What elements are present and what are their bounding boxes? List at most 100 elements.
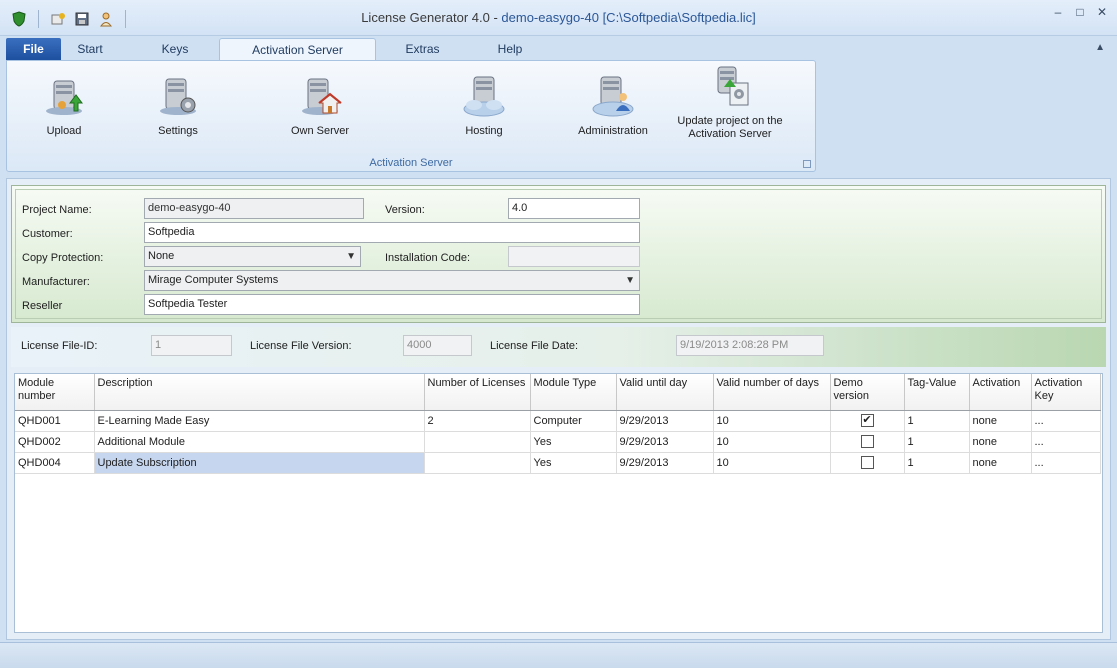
tab-activation-server[interactable]: Activation Server [219, 38, 376, 61]
license-file-id-label: License File-ID: [21, 340, 98, 352]
table-row[interactable]: QHD002 Additional Module Yes 9/29/2013 1… [15, 431, 1101, 453]
column-header[interactable]: Module number [15, 374, 95, 411]
table-row[interactable]: QHD004 Update Subscription Yes 9/29/2013… [15, 452, 1101, 474]
activation-key-cell[interactable]: ... [1031, 452, 1101, 474]
ribbon-group-label: Activation Server [369, 157, 453, 169]
column-header[interactable]: Valid number of days [713, 374, 831, 411]
tab-start[interactable]: Start [62, 38, 118, 61]
table-row[interactable]: QHD001 E-Learning Made Easy 2 Computer 9… [15, 410, 1101, 432]
license-file-version-field[interactable]: 4000 [403, 335, 472, 356]
administration-label: Administration [578, 125, 648, 137]
upload-button[interactable]: Upload [31, 73, 97, 137]
module-type-cell[interactable]: Yes [530, 452, 617, 474]
minimize-icon[interactable]: – [1049, 4, 1067, 20]
tag-value-cell[interactable]: 1 [904, 410, 970, 432]
demo-checkbox[interactable]: ✔ [860, 414, 874, 427]
description-cell[interactable]: Additional Module [94, 431, 425, 453]
licenses-cell[interactable] [424, 452, 531, 474]
column-header[interactable]: Description [94, 374, 425, 411]
project-details-panel: Project Name: demo-easygo-40 Version: 4.… [11, 185, 1106, 323]
module-type-cell[interactable]: Yes [530, 431, 617, 453]
column-header[interactable]: Tag-Value [904, 374, 970, 411]
tab-help[interactable]: Help [480, 38, 540, 61]
module-number-cell[interactable]: QHD002 [15, 431, 95, 453]
licenses-cell[interactable] [424, 431, 531, 453]
title-bar: License Generator 4.0 - demo-easygo-40 [… [0, 0, 1117, 36]
ribbon-collapse-icon[interactable]: ▲ [1095, 42, 1105, 53]
server-settings-icon [154, 73, 202, 121]
activation-cell[interactable]: none [969, 431, 1032, 453]
document-title: demo-easygo-40 [C:\Softpedia\Softpedia.l… [501, 10, 756, 25]
demo-version-cell[interactable] [830, 452, 905, 474]
license-file-panel: License File-ID: 1 License File Version:… [11, 327, 1106, 367]
own-server-label: Own Server [290, 125, 350, 137]
tab-keys[interactable]: Keys [140, 38, 210, 61]
column-header[interactable]: Valid until day [616, 374, 714, 411]
valid-days-cell[interactable]: 10 [713, 410, 831, 432]
tab-extras[interactable]: Extras [390, 38, 455, 61]
server-cloud-icon [460, 73, 508, 121]
close-icon[interactable]: ✕ [1093, 4, 1111, 20]
settings-label: Settings [158, 125, 198, 137]
status-bar [0, 642, 1117, 668]
administration-button[interactable]: Administration [573, 73, 653, 137]
hosting-button[interactable]: Hosting [451, 73, 517, 137]
demo-checkbox[interactable] [860, 456, 874, 469]
own-server-button[interactable]: Own Server [287, 73, 353, 137]
installation-code-field[interactable] [508, 246, 640, 267]
settings-button[interactable]: Settings [145, 73, 211, 137]
main-content: Project Name: demo-easygo-40 Version: 4.… [6, 178, 1111, 640]
license-file-id-field[interactable]: 1 [151, 335, 232, 356]
valid-until-cell[interactable]: 9/29/2013 [616, 452, 714, 474]
dialog-launcher-icon[interactable] [803, 160, 811, 168]
activation-cell[interactable]: none [969, 410, 1032, 432]
license-file-date-label: License File Date: [490, 340, 579, 352]
activation-cell[interactable]: none [969, 452, 1032, 474]
window-title: License Generator 4.0 - demo-easygo-40 [… [361, 10, 756, 25]
tab-file[interactable]: File [6, 38, 61, 61]
column-header[interactable]: Module Type [530, 374, 617, 411]
valid-days-cell[interactable]: 10 [713, 452, 831, 474]
column-header[interactable]: Activation [969, 374, 1032, 411]
valid-until-cell[interactable]: 9/29/2013 [616, 410, 714, 432]
demo-version-cell[interactable]: ✔ [830, 410, 905, 432]
license-file-date-field[interactable]: 9/19/2013 2:08:28 PM [676, 335, 824, 356]
reseller-field[interactable]: Softpedia Tester [144, 294, 640, 315]
update-project-button[interactable]: Update project on the Activation Server [671, 63, 789, 141]
maximize-icon[interactable]: □ [1071, 4, 1089, 20]
tag-value-cell[interactable]: 1 [904, 452, 970, 474]
customer-field[interactable]: Softpedia [144, 222, 640, 243]
server-upload-icon [40, 73, 88, 121]
description-cell[interactable]: E-Learning Made Easy [94, 410, 425, 432]
column-header[interactable]: Number of Licenses [424, 374, 531, 411]
chevron-down-icon: ▼ [346, 251, 356, 262]
copy-protection-select[interactable]: None ▼ [144, 246, 361, 267]
project-name-field[interactable]: demo-easygo-40 [144, 198, 364, 219]
copy-protection-label: Copy Protection: [22, 252, 104, 264]
demo-version-cell[interactable] [830, 431, 905, 453]
activation-key-cell[interactable]: ... [1031, 431, 1101, 453]
manufacturer-select[interactable]: Mirage Computer Systems ▼ [144, 270, 640, 291]
module-number-cell[interactable]: QHD001 [15, 410, 95, 432]
column-header[interactable]: Activation Key [1031, 374, 1101, 411]
valid-until-cell[interactable]: 9/29/2013 [616, 431, 714, 453]
valid-days-cell[interactable]: 10 [713, 431, 831, 453]
activation-key-cell[interactable]: ... [1031, 410, 1101, 432]
module-type-cell[interactable]: Computer [530, 410, 617, 432]
description-cell[interactable]: Update Subscription [94, 452, 425, 474]
manufacturer-label: Manufacturer: [22, 276, 90, 288]
project-name-label: Project Name: [22, 204, 92, 216]
demo-checkbox[interactable] [860, 435, 874, 448]
version-label: Version: [385, 204, 425, 216]
reseller-label: Reseller [22, 300, 63, 312]
licenses-cell[interactable]: 2 [424, 410, 531, 432]
column-header[interactable]: Demo version [830, 374, 905, 411]
tag-value-cell[interactable]: 1 [904, 431, 970, 453]
update-project-label: Update project on the Activation Server [677, 115, 783, 140]
table-header-row: Module number Description Number of Lice… [15, 374, 1101, 411]
upload-label: Upload [46, 125, 82, 137]
version-field[interactable]: 4.0 [508, 198, 640, 219]
module-number-cell[interactable]: QHD004 [15, 452, 95, 474]
server-home-icon [296, 73, 344, 121]
customer-label: Customer: [22, 228, 73, 240]
